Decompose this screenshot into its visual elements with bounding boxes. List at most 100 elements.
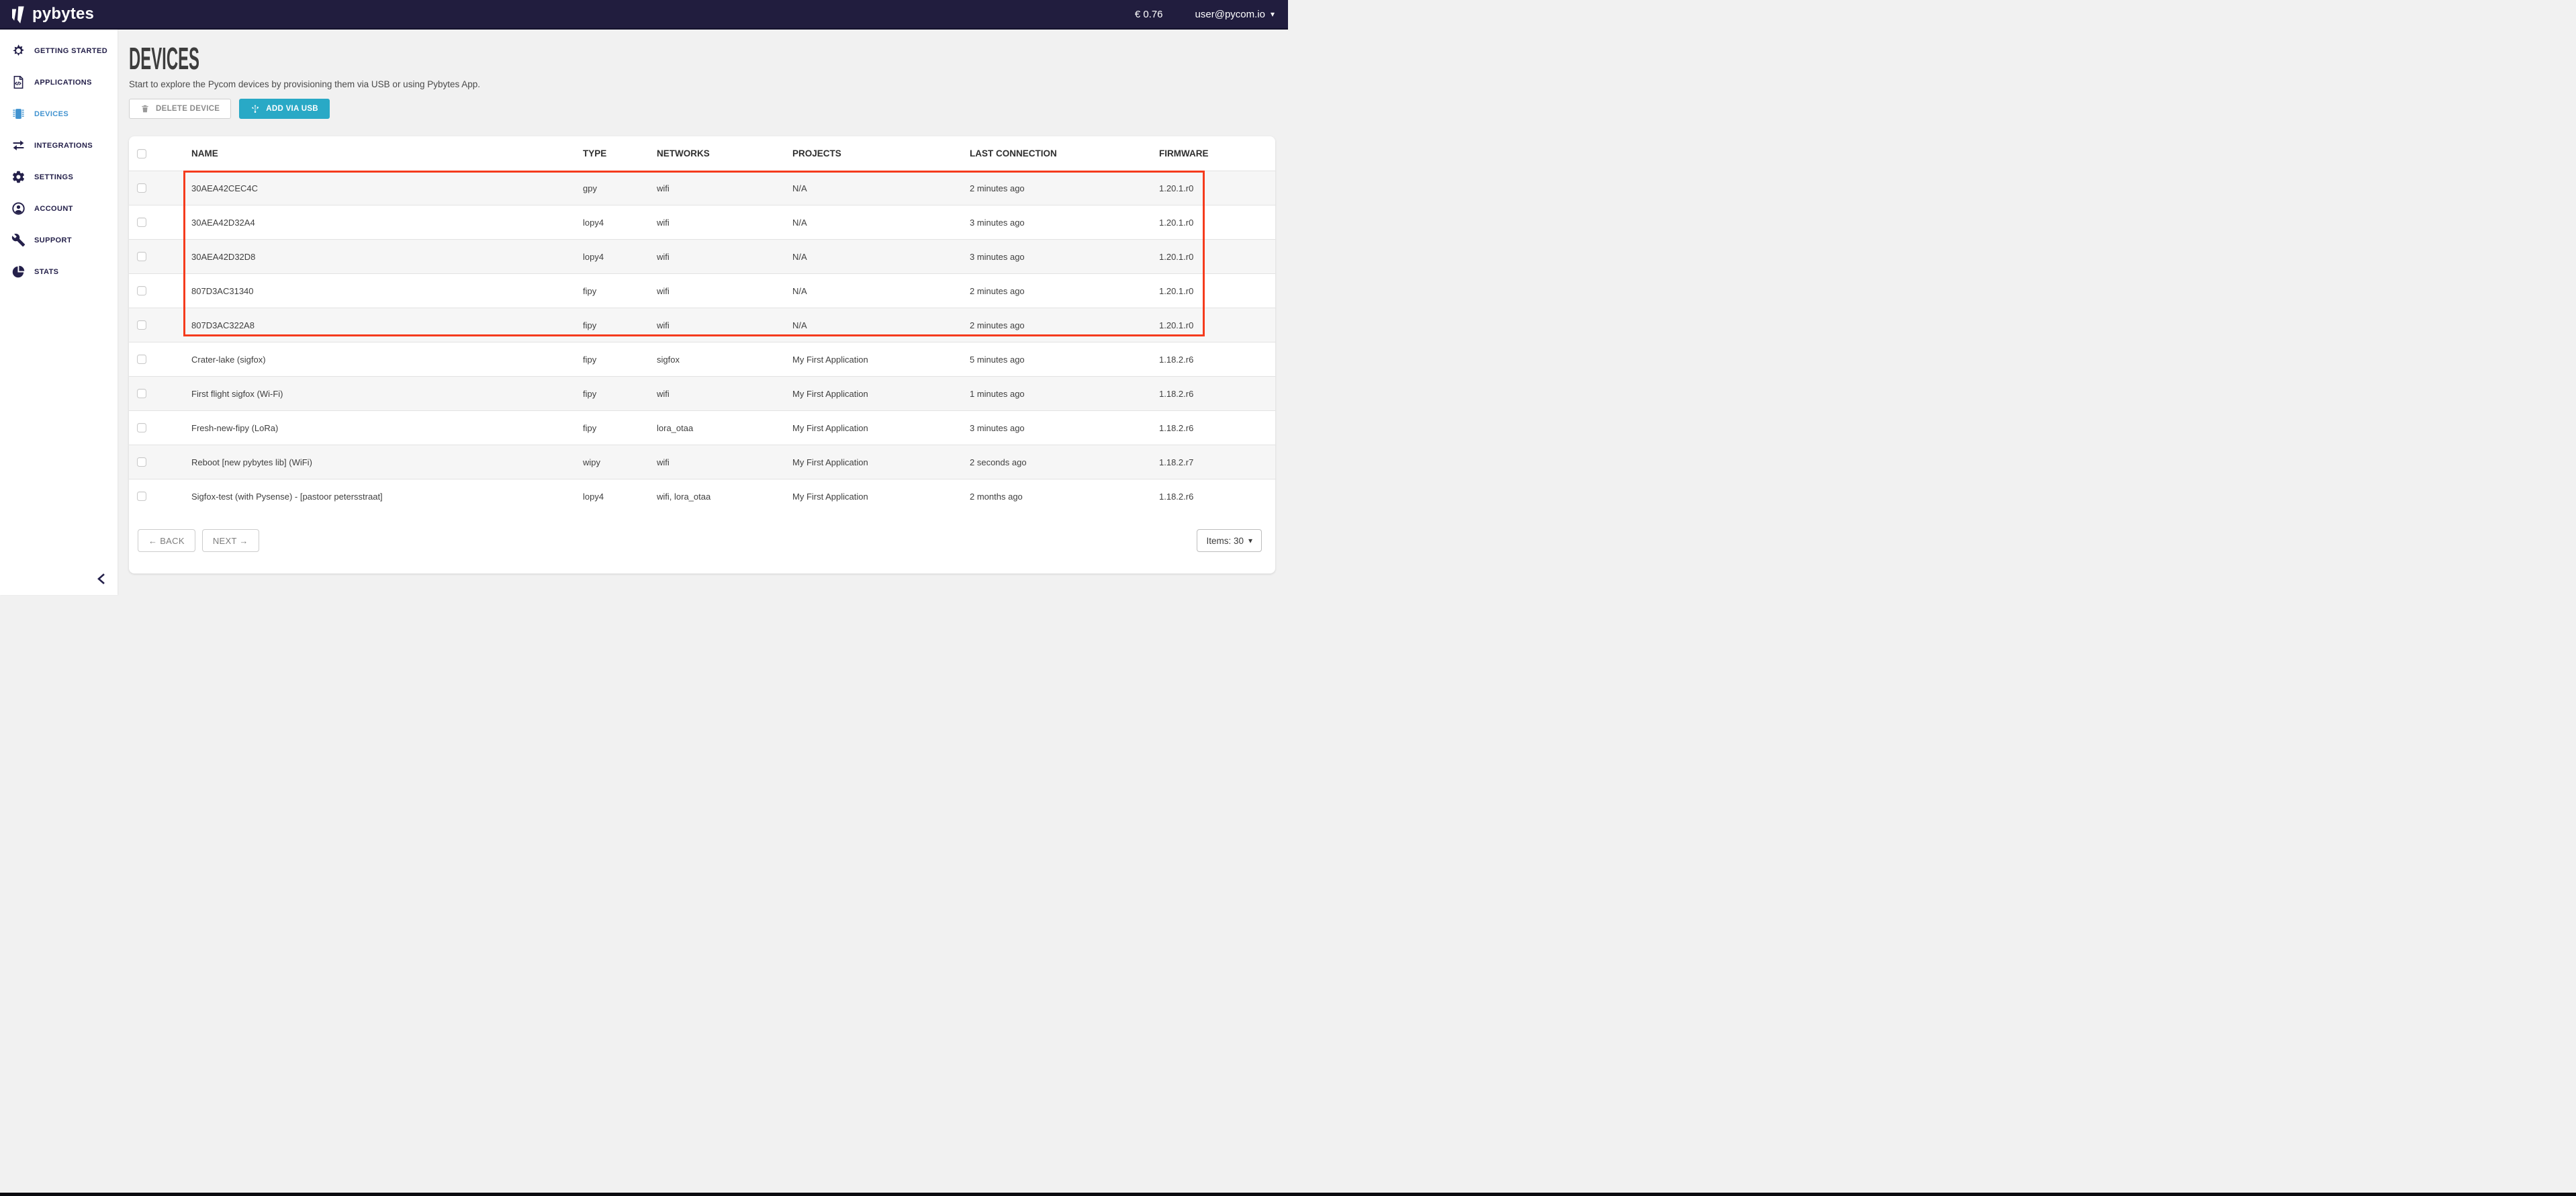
- brand[interactable]: pybytes: [11, 4, 94, 24]
- page-title: DEVICES: [129, 43, 725, 74]
- sidebar-item-label: APPLICATIONS: [34, 79, 92, 87]
- table-row[interactable]: Fresh-new-fipy (LoRa)fipylora_otaaMy Fir…: [129, 410, 1275, 445]
- cell-networks: wifi: [657, 252, 792, 262]
- row-checkbox[interactable]: [137, 457, 146, 467]
- sidebar-nav: GETTING STARTED APPLICATIONS DEVICES INTEGR…: [0, 35, 118, 287]
- row-checkbox[interactable]: [137, 183, 146, 193]
- cell-networks: wifi: [657, 389, 792, 399]
- cell-projects: My First Application: [792, 389, 970, 399]
- column-header-firmware[interactable]: FIRMWARE: [1159, 148, 1209, 158]
- column-header-networks[interactable]: NETWORKS: [657, 148, 710, 158]
- table-row[interactable]: First flight sigfox (Wi-Fi)fipywifiMy Fi…: [129, 376, 1275, 410]
- pagination: ← BACK NEXT → Items: 30 ▾: [129, 513, 1275, 552]
- cell-last-connection: 2 seconds ago: [970, 457, 1159, 467]
- cell-type: fipy: [583, 389, 657, 399]
- cell-name: Sigfox-test (with Pysense) - [pastoor pe…: [191, 492, 583, 502]
- cell-type: gpy: [583, 183, 657, 193]
- cell-firmware: 1.18.2.r6: [1159, 355, 1275, 365]
- wrench-icon: [11, 233, 26, 247]
- cell-networks: wifi: [657, 286, 792, 296]
- column-header-last-connection[interactable]: LAST CONNECTION: [970, 148, 1057, 158]
- cell-name: 30AEA42D32D8: [191, 252, 583, 262]
- sidebar-item-label: GETTING STARTED: [34, 47, 107, 55]
- row-checkbox[interactable]: [137, 286, 146, 295]
- cell-name: Fresh-new-fipy (LoRa): [191, 423, 583, 433]
- sidebar-item-integrations[interactable]: INTEGRATIONS: [0, 130, 118, 161]
- table-row[interactable]: 30AEA42CEC4CgpywifiN/A2 minutes ago1.20.…: [129, 171, 1275, 205]
- cell-type: lopy4: [583, 252, 657, 262]
- row-checkbox[interactable]: [137, 218, 146, 227]
- toolbar: DELETE DEVICE ADD VIA USB: [129, 99, 1275, 119]
- table-row[interactable]: Sigfox-test (with Pysense) - [pastoor pe…: [129, 479, 1275, 513]
- cell-name: 30AEA42D32A4: [191, 218, 583, 228]
- sidebar-item-applications[interactable]: APPLICATIONS: [0, 66, 118, 98]
- sidebar-item-label: DEVICES: [34, 110, 68, 118]
- sidebar-item-stats[interactable]: STATS: [0, 256, 118, 287]
- bottom-strip: [0, 1193, 2576, 1196]
- row-checkbox[interactable]: [137, 389, 146, 398]
- cell-firmware: 1.20.1.r0: [1159, 183, 1275, 193]
- cell-name: First flight sigfox (Wi-Fi): [191, 389, 583, 399]
- sidebar-collapse-button[interactable]: [95, 572, 108, 586]
- sidebar-item-label: STATS: [34, 268, 58, 276]
- cell-last-connection: 2 months ago: [970, 492, 1159, 502]
- table-body: 30AEA42CEC4CgpywifiN/A2 minutes ago1.20.…: [129, 171, 1275, 513]
- sidebar-item-devices[interactable]: DEVICES: [0, 98, 118, 130]
- chip-icon: [11, 107, 26, 121]
- cell-projects: N/A: [792, 286, 970, 296]
- cell-firmware: 1.20.1.r0: [1159, 218, 1275, 228]
- cell-firmware: 1.20.1.r0: [1159, 252, 1275, 262]
- cell-name: Reboot [new pybytes lib] (WiFi): [191, 457, 583, 467]
- table-row[interactable]: 807D3AC31340fipywifiN/A2 minutes ago1.20…: [129, 273, 1275, 308]
- chevron-left-icon: [96, 573, 107, 585]
- cell-type: fipy: [583, 423, 657, 433]
- table-row[interactable]: 30AEA42D32D8lopy4wifiN/A3 minutes ago1.2…: [129, 239, 1275, 273]
- column-header-type[interactable]: TYPE: [583, 148, 606, 158]
- cell-last-connection: 2 minutes ago: [970, 183, 1159, 193]
- cell-last-connection: 5 minutes ago: [970, 355, 1159, 365]
- cell-firmware: 1.20.1.r0: [1159, 286, 1275, 296]
- cell-type: fipy: [583, 286, 657, 296]
- select-all-checkbox[interactable]: [137, 149, 146, 158]
- next-button[interactable]: NEXT →: [202, 529, 259, 552]
- column-header-name[interactable]: NAME: [191, 148, 218, 158]
- table-row[interactable]: 807D3AC322A8fipywifiN/A2 minutes ago1.20…: [129, 308, 1275, 342]
- cell-networks: wifi: [657, 320, 792, 330]
- sidebar-item-account[interactable]: ACCOUNT: [0, 193, 118, 224]
- cell-projects: My First Application: [792, 355, 970, 365]
- row-checkbox[interactable]: [137, 423, 146, 432]
- row-checkbox[interactable]: [137, 492, 146, 501]
- sidebar-item-getting-started[interactable]: GETTING STARTED: [0, 35, 118, 66]
- back-button[interactable]: ← BACK: [138, 529, 195, 552]
- cell-firmware: 1.18.2.r7: [1159, 457, 1275, 467]
- user-menu[interactable]: user@pycom.io ▾: [1195, 9, 1275, 20]
- table-row[interactable]: Reboot [new pybytes lib] (WiFi)wipywifiM…: [129, 445, 1275, 479]
- table-row[interactable]: Crater-lake (sigfox)fipysigfoxMy First A…: [129, 342, 1275, 376]
- cell-last-connection: 2 minutes ago: [970, 320, 1159, 330]
- cell-projects: N/A: [792, 183, 970, 193]
- cell-type: wipy: [583, 457, 657, 467]
- cell-last-connection: 2 minutes ago: [970, 286, 1159, 296]
- caret-down-icon: ▾: [1271, 9, 1275, 19]
- cell-last-connection: 1 minutes ago: [970, 389, 1159, 399]
- delete-device-button[interactable]: DELETE DEVICE: [129, 99, 231, 119]
- cell-name: 807D3AC322A8: [191, 320, 583, 330]
- row-checkbox[interactable]: [137, 320, 146, 330]
- add-via-usb-button[interactable]: ADD VIA USB: [239, 99, 330, 119]
- brand-name: pybytes: [32, 5, 94, 24]
- gear-icon: [11, 170, 26, 184]
- row-checkbox[interactable]: [137, 355, 146, 364]
- cell-last-connection: 3 minutes ago: [970, 218, 1159, 228]
- sidebar-item-settings[interactable]: SETTINGS: [0, 161, 118, 193]
- items-per-page-dropdown[interactable]: Items: 30 ▾: [1197, 529, 1262, 552]
- sidebar-item-support[interactable]: SUPPORT: [0, 224, 118, 256]
- sun-icon: [11, 44, 26, 58]
- cell-type: fipy: [583, 355, 657, 365]
- row-checkbox[interactable]: [137, 252, 146, 261]
- cell-networks: wifi: [657, 457, 792, 467]
- column-header-projects[interactable]: PROJECTS: [792, 148, 841, 158]
- cell-projects: N/A: [792, 218, 970, 228]
- trash-icon: [140, 104, 150, 113]
- table-row[interactable]: 30AEA42D32A4lopy4wifiN/A3 minutes ago1.2…: [129, 205, 1275, 239]
- cell-name: Crater-lake (sigfox): [191, 355, 583, 365]
